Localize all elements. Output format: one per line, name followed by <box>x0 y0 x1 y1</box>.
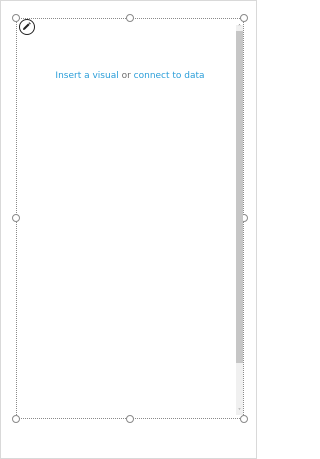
scroll-down-icon[interactable]: ˅ <box>236 409 243 415</box>
resize-handle-bottom-center[interactable] <box>126 415 134 423</box>
resize-handle-top-left[interactable] <box>12 14 20 22</box>
canvas-page: Insert a visual or connect to data ˄ ˅ <box>0 0 257 459</box>
insert-visual-link[interactable]: Insert a visual <box>55 71 118 81</box>
insert-visual-prompt: Insert a visual or connect to data <box>16 70 244 82</box>
resize-handle-top-center[interactable] <box>126 14 134 22</box>
edit-button[interactable] <box>19 19 35 35</box>
prompt-connector-text: or <box>118 71 134 81</box>
connect-to-data-link[interactable]: connect to data <box>134 71 205 81</box>
vertical-scrollbar[interactable]: ˄ ˅ <box>236 25 243 415</box>
pencil-icon <box>23 22 31 30</box>
resize-handle-top-right[interactable] <box>240 14 248 22</box>
scrollbar-thumb[interactable] <box>236 31 243 363</box>
resize-handle-bottom-left[interactable] <box>12 415 20 423</box>
resize-handle-bottom-right[interactable] <box>240 415 248 423</box>
resize-handle-middle-left[interactable] <box>12 214 20 222</box>
